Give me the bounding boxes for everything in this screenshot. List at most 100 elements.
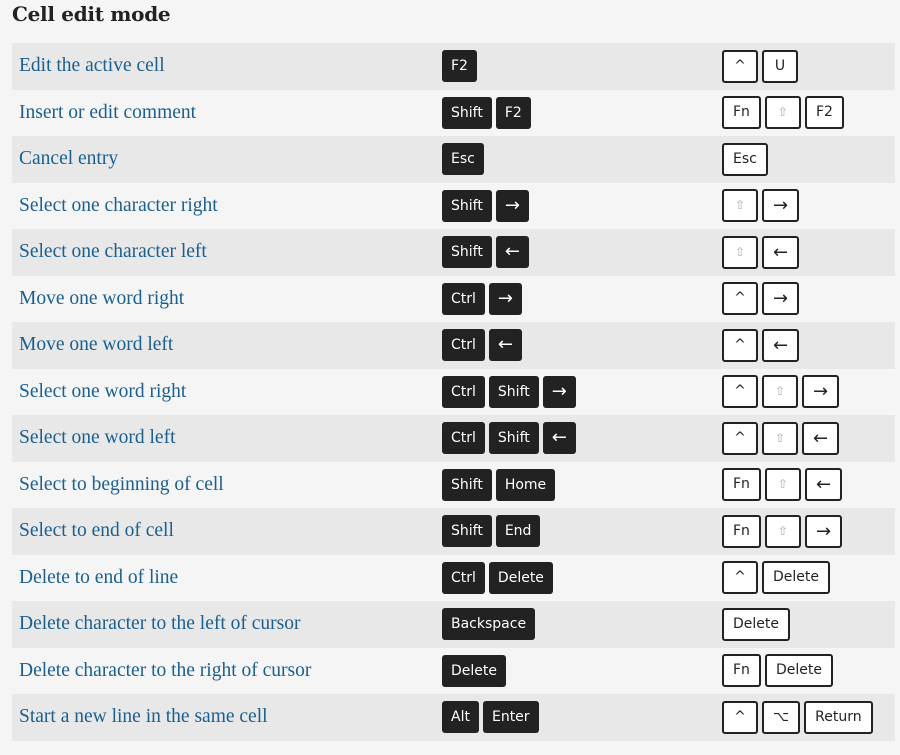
right-arrow-key: → [762,282,800,316]
control-key: ^ [722,421,758,455]
shift-key: ⇧ [764,514,801,548]
mac-keys: Fn Delete [720,648,895,695]
mac-keys: ^ ⌥ Return [720,694,895,741]
shortcut-row: Start a new line in the same cell Alt Ente… [12,694,895,741]
shortcut-row: Insert or edit comment Shift F2 Fn ⇧ F2 [12,89,895,137]
shortcut-row: Edit the active cell F2 ^ U [12,43,895,90]
mac-keys: ^ ⇧ → [720,369,895,416]
shortcut-row: Select to end of cell Shift End Fn ⇧ → [12,508,895,555]
shift-key: Shift [488,422,539,455]
end-key: End [495,515,541,548]
alt-key: Alt [442,701,479,734]
f2-key: F2 [804,96,844,130]
u-key: U [762,49,798,83]
shift-key: Shift [442,515,492,548]
left-arrow-key: ← [762,328,800,362]
shortcut-description: Cancel entry [19,148,119,170]
windows-keys: F2 [435,43,720,90]
f2-key: F2 [495,96,531,129]
shortcut-description: Move one word left [19,334,174,356]
shortcut-description: Select one word left [19,427,176,449]
esc-key: Esc [442,143,484,176]
windows-keys: Ctrl Shift ← [435,415,720,462]
shift-key: Shift [442,189,492,222]
shortcut-description: Insert or edit comment [19,101,197,123]
windows-keys: Shift End [435,508,720,555]
ctrl-key: Ctrl [442,329,485,362]
mac-keys: ^ U [720,43,895,90]
shortcut-description: Delete character to the left of cursor [19,613,301,635]
control-key: ^ [722,282,758,316]
return-key: Return [804,700,873,734]
home-key: Home [495,468,556,501]
shortcut-row: Delete character to the left of cursor Ba… [12,601,895,648]
shortcut-description: Select to end of cell [19,520,174,542]
shortcut-row: Select one word left Ctrl Shift ← ^ ⇧ ← [12,415,895,462]
option-key: ⌥ [762,700,801,734]
ctrl-key: Ctrl [442,375,485,408]
ctrl-key: Ctrl [442,282,485,315]
shortcut-description: Start a new line in the same cell [19,706,268,728]
delete-key: Delete [762,561,830,595]
shortcut-description: Select to beginning of cell [19,473,224,495]
delete-key: Delete [722,607,790,641]
shift-key: Shift [442,236,492,269]
mac-keys: Fn ⇧ → [720,508,895,555]
shortcut-description: Select one word right [19,380,187,402]
shortcut-row: Delete character to the right of cursor D… [12,647,895,695]
section-title: Cell edit mode [12,2,171,26]
shortcut-description: Select one character left [19,241,207,263]
ctrl-key: Ctrl [442,561,485,594]
fn-key: Fn [722,654,761,688]
left-arrow-key: ← [542,422,576,455]
shortcut-row: Select one character left Shift ← ⇧ ← [12,229,895,276]
right-arrow-key: → [495,189,529,222]
windows-keys: Shift ← [435,229,720,276]
right-arrow-key: → [804,514,843,548]
mac-keys: ^ Delete [720,555,895,602]
mac-keys: ^ ← [720,322,895,369]
left-arrow-key: ← [488,329,523,362]
mac-keys: Fn ⇧ ← [720,462,895,509]
mac-keys: Esc [720,136,895,183]
delete-key: Delete [764,654,833,688]
shortcut-description: Delete character to the right of cursor [19,659,312,681]
shortcut-row: Select to beginning of cell Shift Home Fn ⇧ ← [12,461,895,509]
shift-key: ⇧ [722,189,758,223]
shift-key: Shift [442,468,492,501]
shortcut-description: Delete to end of line [19,566,179,588]
windows-keys: Shift Home [435,462,720,509]
shift-key: Shift [488,375,539,408]
shortcut-row: Select one character right Shift → ⇧ → [12,182,895,230]
shortcut-description: Move one word right [19,287,185,309]
shortcut-table: Edit the active cell F2 ^ U Insert or edit c… [12,43,895,741]
windows-keys: Ctrl ← [435,322,720,369]
esc-key: Esc [722,142,768,176]
control-key: ^ [722,700,758,734]
shortcut-description: Edit the active cell [19,55,165,77]
backspace-key: Backspace [442,608,536,641]
mac-keys: ⇧ ← [720,229,895,276]
left-arrow-key: ← [802,421,840,455]
delete-key: Delete [442,654,506,687]
right-arrow-key: → [488,282,523,315]
shortcut-row: Move one word right Ctrl → ^ → [12,275,895,322]
shortcut-row: Cancel entry Esc Esc [12,136,895,183]
mac-keys: Fn ⇧ F2 [720,90,895,137]
windows-keys: Esc [435,136,720,183]
control-key: ^ [722,561,758,595]
windows-keys: Delete [435,648,720,695]
windows-keys: Shift → [435,183,720,230]
mac-keys: Delete [720,601,895,648]
fn-key: Fn [722,96,761,130]
windows-keys: Ctrl Shift → [435,369,720,416]
mac-keys: ^ ⇧ ← [720,415,895,462]
shift-key: ⇧ [762,375,798,409]
ctrl-key: Ctrl [442,422,485,455]
mac-keys: ⇧ → [720,183,895,230]
shift-key: Shift [442,96,492,129]
enter-key: Enter [482,701,539,734]
right-arrow-key: → [542,375,576,408]
left-arrow-key: ← [495,236,529,269]
windows-keys: Ctrl Delete [435,555,720,602]
